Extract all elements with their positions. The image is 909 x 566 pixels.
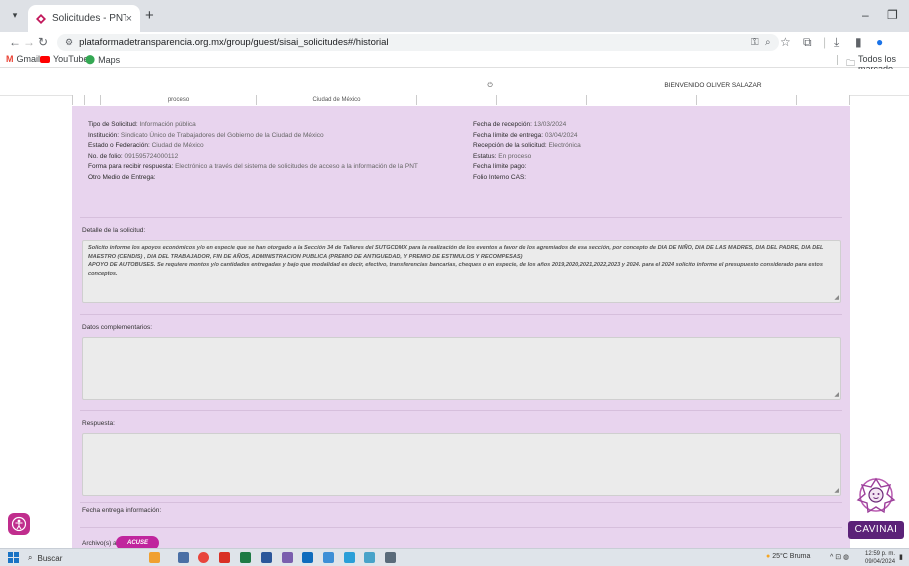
notifications-icon[interactable]: ▮ <box>899 553 903 561</box>
app-icon[interactable] <box>385 552 396 563</box>
windows-taskbar: ⌕ Buscar ● 25°C Bruma ^ ⊡ ◍ 12:59 p. m. … <box>0 548 909 566</box>
bookmarks-bar: M Gmail YouTube ⬤ Maps 🗀 Todos los marca… <box>0 52 909 74</box>
maximize-icon[interactable]: ❐ <box>887 8 898 22</box>
clock[interactable]: 12:59 p. m. 09/04/2024 <box>865 550 895 566</box>
cavinai-label: CAVINAI <box>848 521 904 539</box>
task-view-icon[interactable] <box>178 552 189 563</box>
password-key-icon[interactable]: ⚿ <box>751 37 759 48</box>
acrobat-icon[interactable] <box>219 552 230 563</box>
tab-search-icon[interactable]: ▾ <box>6 6 24 24</box>
profile-icon[interactable]: ● <box>876 35 883 49</box>
complementary-textarea[interactable]: ◢ <box>82 337 841 400</box>
weather-widget[interactable]: ● 25°C Bruma <box>766 553 810 560</box>
url-text: plataformadetransparencia.org.mx/group/g… <box>79 37 389 48</box>
info-folio: No. de folio: 091595724000112 <box>88 152 179 160</box>
tab-close-icon[interactable]: × <box>126 13 132 25</box>
info-payment-deadline: Fecha límite pago: <box>473 163 527 170</box>
request-info-left: Tipo de Solicitud: Información pública I… <box>88 120 468 183</box>
browser-tab-strip: ▾ Solicitudes - PNT × + – ❐ <box>0 0 909 32</box>
table-cell: proceso <box>101 95 257 105</box>
address-bar[interactable]: ⚙ plataformadetransparencia.org.mx/group… <box>57 34 779 51</box>
tab-title: Solicitudes - PNT <box>52 13 126 24</box>
response-label: Respuesta: <box>82 420 115 427</box>
table-cell: Ciudad de México <box>257 95 417 105</box>
side-panel-icon[interactable]: ▮ <box>855 35 862 49</box>
accessibility-icon <box>11 516 27 532</box>
request-detail-panel: Tipo de Solicitud: Información pública I… <box>72 106 850 548</box>
page-content: ⏻ BIENVENIDO OLIVER SALAZAR proceso Ciud… <box>0 69 909 548</box>
zoom-icon[interactable]: ⌕ <box>765 37 771 48</box>
info-state: Estado o Federación: Ciudad de México <box>88 142 204 149</box>
resize-grip-icon[interactable]: ◢ <box>834 488 839 494</box>
cavinai-avatar-icon <box>856 477 896 514</box>
forward-icon[interactable]: → <box>23 35 35 49</box>
info-status: Estatus: En proceso <box>473 152 532 160</box>
mail-icon[interactable] <box>344 552 355 563</box>
download-icon[interactable]: ⤓ <box>834 35 839 49</box>
resize-grip-icon[interactable]: ◢ <box>834 295 839 301</box>
store-icon[interactable] <box>364 552 375 563</box>
cavinai-assistant[interactable]: CAVINAI <box>845 471 907 545</box>
bookmark-gmail[interactable]: M Gmail <box>6 54 40 64</box>
minimize-icon[interactable]: – <box>862 8 869 22</box>
teams-icon[interactable] <box>282 552 293 563</box>
complementary-label: Datos complementarios: <box>82 324 153 331</box>
previous-table-row: proceso Ciudad de México <box>72 95 850 105</box>
site-info-icon[interactable]: ⚙ <box>65 37 73 48</box>
gmail-icon: M <box>6 54 14 64</box>
word-icon[interactable] <box>261 552 272 563</box>
info-response-method: Forma para recibir respuesta: Electrónic… <box>88 163 418 170</box>
request-info-right: Fecha de recepción: 13/03/2024 Fecha lím… <box>473 120 833 183</box>
welcome-banner: ⏻ BIENVENIDO OLIVER SALAZAR <box>487 82 762 89</box>
extensions-icon[interactable]: ⧉ <box>803 35 812 49</box>
info-request-type: Tipo de Solicitud: Información pública <box>88 121 196 128</box>
detail-textarea[interactable]: Solicito informe los apoyos económicos y… <box>82 240 841 303</box>
search-icon: ⌕ <box>28 553 33 562</box>
detail-label: Detalle de la solicitud: <box>82 227 146 234</box>
maps-icon: ⬤ <box>85 54 96 64</box>
edge-icon[interactable] <box>323 552 334 563</box>
bookmark-youtube[interactable]: YouTube <box>40 54 88 64</box>
info-reception-date: Fecha de recepción: 13/03/2024 <box>473 121 567 128</box>
youtube-icon <box>40 55 50 63</box>
detail-text: Solicito informe los apoyos económicos y… <box>88 245 824 277</box>
back-icon[interactable]: ← <box>9 35 21 49</box>
start-menu-icon[interactable] <box>8 552 19 563</box>
info-deadline: Fecha límite de entrega: 03/04/2024 <box>473 131 578 139</box>
resize-grip-icon[interactable]: ◢ <box>834 392 839 398</box>
info-reception-method: Recepción de la solicitud: Electrónica <box>473 142 581 149</box>
taskbar-search[interactable]: ⌕ Buscar <box>28 551 128 565</box>
user-icon: ⏻ <box>487 82 495 89</box>
reload-icon[interactable]: ↻ <box>38 35 48 49</box>
browser-tab[interactable]: Solicitudes - PNT × <box>28 5 140 32</box>
response-textarea[interactable]: ◢ <box>82 433 841 496</box>
system-tray-icon[interactable]: ^ ⊡ ◍ <box>830 553 849 561</box>
outlook-icon[interactable] <box>302 552 313 563</box>
new-tab-button[interactable]: + <box>145 8 154 23</box>
bookmark-star-icon[interactable]: ☆ <box>780 35 791 49</box>
info-internal-folio: Folio Interno CAS: <box>473 173 527 181</box>
sun-icon: ● <box>766 553 771 560</box>
excel-icon[interactable] <box>240 552 251 563</box>
bookmark-maps[interactable]: ⬤ Maps <box>85 54 120 65</box>
browser-toolbar: ← → ↻ ⚙ plataformadetransparencia.org.mx… <box>0 32 909 52</box>
delivery-date-label: Fecha entrega información: <box>82 507 162 514</box>
acuse-button[interactable]: ACUSE <box>116 536 159 548</box>
file-explorer-icon[interactable] <box>149 552 160 563</box>
accessibility-button[interactable] <box>8 513 30 535</box>
info-institution: Institución: Sindicato Único de Trabajad… <box>88 131 324 139</box>
chrome-icon[interactable] <box>198 552 209 563</box>
info-other-delivery: Otro Medio de Entrega: <box>88 173 156 181</box>
pnt-favicon-icon <box>36 13 46 24</box>
